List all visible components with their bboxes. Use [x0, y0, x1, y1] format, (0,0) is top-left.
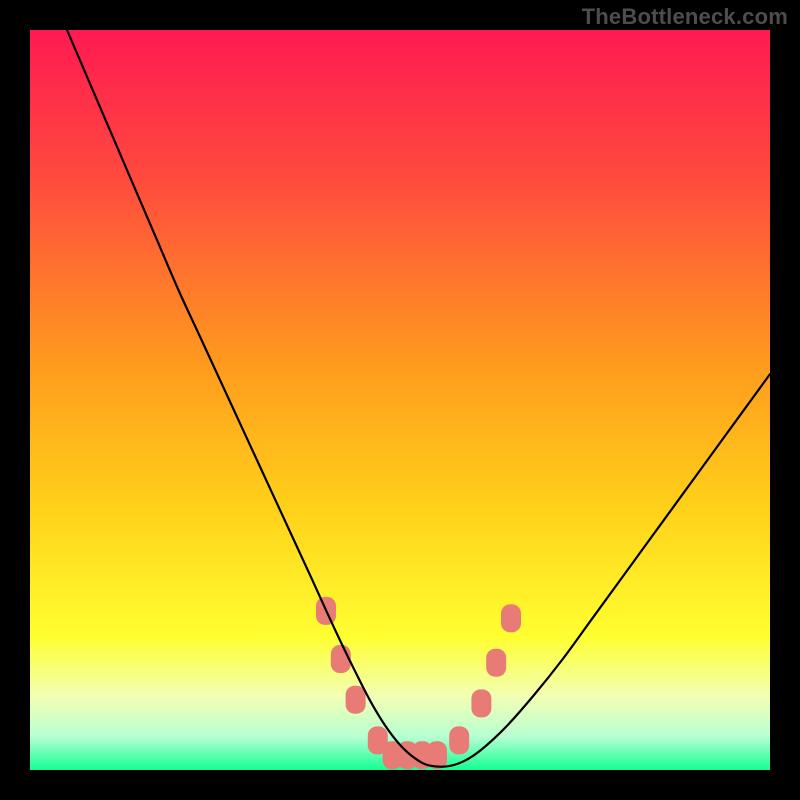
watermark-text: TheBottleneck.com [582, 4, 788, 30]
marker-dot [471, 689, 491, 717]
marker-dot [486, 649, 506, 677]
marker-dot [346, 686, 366, 714]
plot-area [30, 30, 770, 770]
chart-frame: TheBottleneck.com [0, 0, 800, 800]
chart-svg [30, 30, 770, 770]
marker-dot [501, 604, 521, 632]
chart-background [30, 30, 770, 770]
marker-dot [449, 726, 469, 754]
